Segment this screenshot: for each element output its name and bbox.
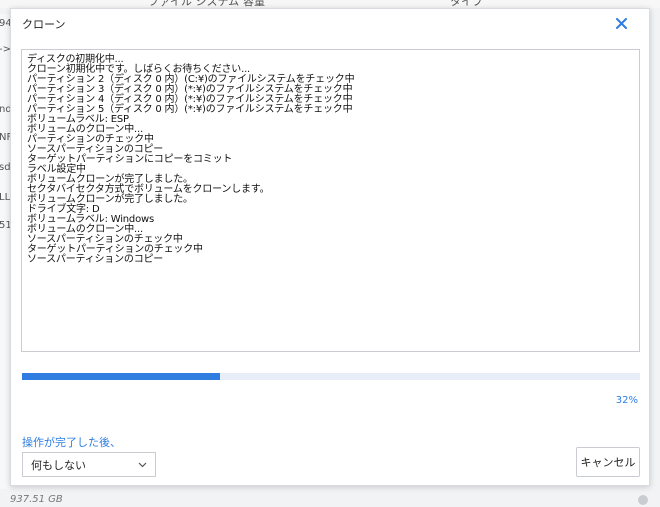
clone-dialog: クローン ディスクの初期化中... クローン初期化中です。しばらくお待ちください.… bbox=[10, 8, 650, 486]
background-left-panel: 94 -> nd NF sd LL 51 bbox=[0, 14, 12, 489]
log-output[interactable]: ディスクの初期化中... クローン初期化中です。しばらくお待ちください... パーテ… bbox=[21, 49, 640, 352]
log-line: ボリュームクローンが完了しました。 bbox=[27, 194, 193, 205]
after-completion-label: 操作が完了した後、 bbox=[22, 436, 121, 449]
close-button[interactable] bbox=[611, 13, 631, 33]
background-fragment: LL bbox=[0, 192, 11, 203]
dialog-title: クローン bbox=[22, 18, 66, 31]
background-capacity-text: 937.51 GB bbox=[10, 494, 63, 505]
background-scroll-indicator bbox=[638, 495, 648, 505]
cancel-button[interactable]: キャンセル bbox=[576, 447, 640, 477]
after-completion-select-value: 何もしない bbox=[31, 458, 86, 472]
progress-percent: 32% bbox=[615, 395, 638, 406]
background-table-header: ファイル システム 容量 タイプ bbox=[0, 0, 660, 8]
log-line: ソースパーティションのコピー bbox=[27, 254, 164, 265]
after-completion-select[interactable]: 何もしない bbox=[22, 452, 156, 477]
log-line: ターゲットパーティションにコピーをコミット bbox=[27, 154, 233, 165]
progress-bar bbox=[22, 373, 640, 380]
close-icon bbox=[615, 17, 627, 29]
chevron-down-icon bbox=[138, 462, 147, 468]
progress-bar-fill bbox=[22, 373, 220, 380]
background-fragment: sd bbox=[0, 162, 11, 173]
